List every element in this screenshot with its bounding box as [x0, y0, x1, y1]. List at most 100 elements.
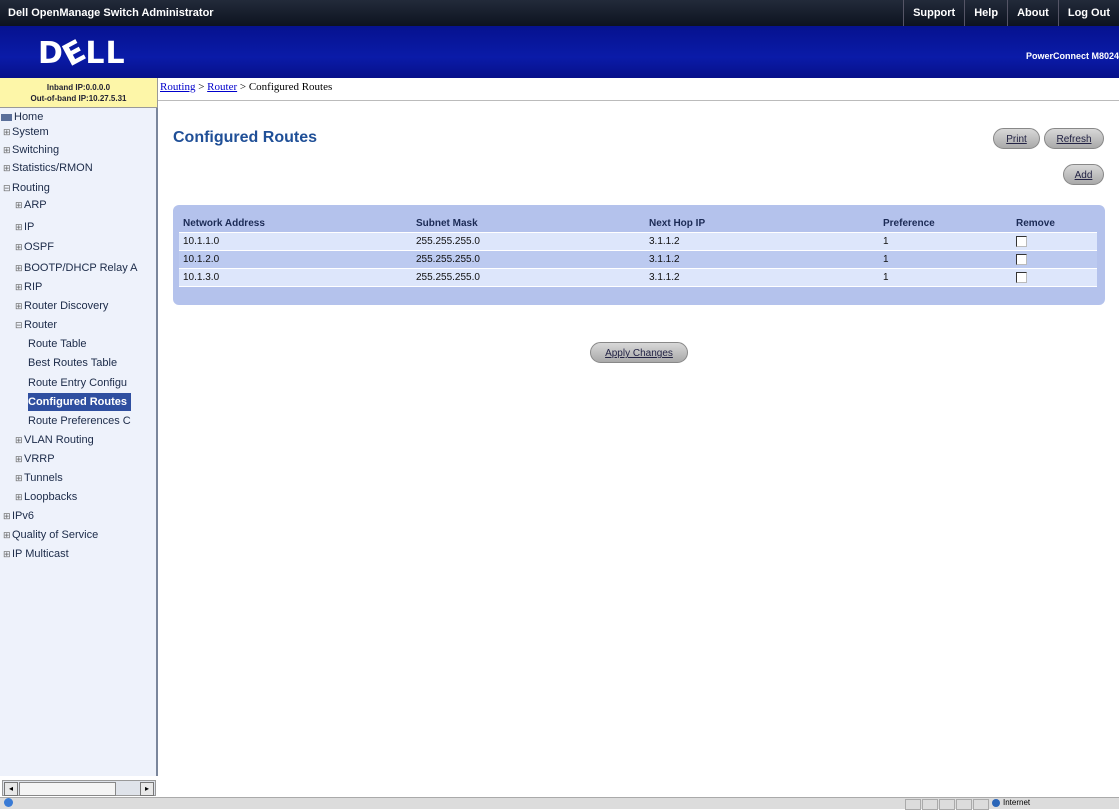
- nav-item-routing[interactable]: ⊟Routing: [3, 179, 50, 197]
- nav-item-ip[interactable]: ⊞IP: [15, 218, 34, 236]
- apply-changes-button[interactable]: Apply Changes: [590, 342, 688, 363]
- scroll-right-arrow-icon[interactable]: ▸: [140, 782, 154, 796]
- remove-cell: [1012, 268, 1097, 287]
- expand-icon[interactable]: ⊞: [15, 196, 24, 214]
- nav-item-vrrp[interactable]: ⊞VRRP: [15, 450, 55, 468]
- status-panel: [905, 799, 921, 810]
- refresh-button[interactable]: Refresh: [1044, 128, 1104, 149]
- remove-cell: [1012, 232, 1097, 251]
- expand-icon[interactable]: ⊞: [15, 431, 24, 449]
- expand-icon[interactable]: ⊞: [3, 545, 12, 563]
- about-link[interactable]: About: [1007, 0, 1058, 26]
- subnet-mask-cell: 255.255.255.0: [412, 250, 645, 269]
- expand-icon[interactable]: ⊞: [3, 141, 12, 159]
- nav-item-route-preferences[interactable]: Route Preferences C: [28, 412, 131, 430]
- breadcrumb-current: Configured Routes: [248, 81, 333, 93]
- table-row: 10.1.1.0 255.255.255.0 3.1.1.2 1: [179, 232, 1097, 251]
- nav-item-quality-of-service[interactable]: ⊞Quality of Service: [3, 526, 98, 544]
- scroll-left-arrow-icon[interactable]: ◂: [4, 782, 18, 796]
- col-header-remove: Remove: [1012, 214, 1097, 233]
- status-panel: [922, 799, 938, 810]
- network-address-cell: 10.1.1.0: [179, 232, 412, 251]
- breadcrumb-separator: >: [195, 81, 208, 93]
- nav-item-arp[interactable]: ⊞ARP: [15, 196, 47, 214]
- nav-item-rip[interactable]: ⊞RIP: [15, 278, 42, 296]
- expand-icon[interactable]: ⊞: [3, 507, 12, 525]
- sidebar: Home ⊞System ⊞Switching ⊞Statistics/RMON…: [0, 108, 158, 776]
- breadcrumb-router-link[interactable]: Router: [207, 81, 237, 93]
- sidebar-horizontal-scrollbar[interactable]: ◂ ▸: [2, 780, 156, 796]
- nav-item-bootp-dhcp-relay[interactable]: ⊞BOOTP/DHCP Relay A: [15, 259, 138, 277]
- collapse-icon[interactable]: ⊟: [15, 316, 24, 334]
- expand-icon[interactable]: ⊞: [15, 297, 24, 315]
- nav-item-ip-multicast[interactable]: ⊞IP Multicast: [3, 545, 69, 563]
- scrollbar-thumb[interactable]: [19, 782, 116, 796]
- nav-item-system[interactable]: ⊞System: [3, 123, 49, 141]
- title-bar: Dell OpenManage Switch Administrator Sup…: [0, 0, 1119, 26]
- status-panel: [956, 799, 972, 810]
- breadcrumb-separator: >: [237, 81, 249, 93]
- top-menu: Support Help About Log Out: [903, 0, 1119, 26]
- nav-item-configured-routes[interactable]: Configured Routes: [28, 393, 131, 411]
- col-header-preference: Preference: [879, 214, 1012, 233]
- nav-item-switching[interactable]: ⊞Switching: [3, 141, 59, 159]
- expand-icon[interactable]: ⊞: [15, 259, 24, 277]
- expand-icon[interactable]: ⊞: [15, 238, 24, 256]
- nav-item-statistics-rmon[interactable]: ⊞Statistics/RMON: [3, 159, 93, 177]
- preference-cell: 1: [879, 250, 1012, 269]
- configured-routes-table: Network Address Subnet Mask Next Hop IP …: [179, 214, 1097, 287]
- remove-checkbox[interactable]: [1016, 271, 1027, 283]
- app-title: Dell OpenManage Switch Administrator: [8, 7, 214, 19]
- table-row: 10.1.3.0 255.255.255.0 3.1.1.2 1: [179, 268, 1097, 287]
- support-link[interactable]: Support: [903, 0, 964, 26]
- nav-item-ospf[interactable]: ⊞OSPF: [15, 238, 54, 256]
- expand-icon[interactable]: ⊞: [15, 469, 24, 487]
- preference-cell: 1: [879, 232, 1012, 251]
- add-button[interactable]: Add: [1063, 164, 1104, 185]
- model-name: PowerConnect M8024: [1025, 51, 1119, 61]
- remove-checkbox[interactable]: [1016, 253, 1027, 265]
- breadcrumb-routing-link[interactable]: Routing: [160, 81, 195, 93]
- remove-checkbox[interactable]: [1016, 235, 1027, 247]
- next-hop-cell: 3.1.1.2: [645, 268, 879, 287]
- nav-item-loopbacks[interactable]: ⊞Loopbacks: [15, 488, 77, 506]
- nav-item-router-discovery[interactable]: ⊞Router Discovery: [15, 297, 108, 315]
- routes-table-panel: Network Address Subnet Mask Next Hop IP …: [173, 205, 1105, 305]
- subnet-mask-cell: 255.255.255.0: [412, 232, 645, 251]
- expand-icon[interactable]: ⊞: [15, 488, 24, 506]
- expand-icon[interactable]: ⊞: [3, 159, 12, 177]
- breadcrumb: Routing > Router > Configured Routes: [160, 81, 332, 93]
- nav-item-best-routes-table[interactable]: Best Routes Table: [28, 354, 117, 372]
- logout-link[interactable]: Log Out: [1057, 0, 1119, 26]
- nav-item-ipv6[interactable]: ⊞IPv6: [3, 507, 34, 525]
- network-address-cell: 10.1.3.0: [179, 268, 412, 287]
- expand-icon[interactable]: ⊞: [15, 278, 24, 296]
- remove-cell: [1012, 250, 1097, 269]
- print-button[interactable]: Print: [993, 128, 1040, 149]
- collapse-icon[interactable]: ⊟: [3, 179, 12, 197]
- home-icon: [1, 113, 12, 121]
- expand-icon[interactable]: ⊞: [3, 123, 12, 141]
- nav-item-route-table[interactable]: Route Table: [28, 335, 87, 353]
- subnet-mask-cell: 255.255.255.0: [412, 268, 645, 287]
- status-panel: [973, 799, 989, 810]
- security-zone: Internet: [992, 798, 1030, 807]
- inband-ip: Inband IP:0.0.0.0: [46, 83, 111, 92]
- expand-icon[interactable]: ⊞: [3, 526, 12, 544]
- help-link[interactable]: Help: [964, 0, 1007, 26]
- expand-icon[interactable]: ⊞: [15, 218, 24, 236]
- browser-status-bar: Internet: [0, 797, 1119, 810]
- table-row: 10.1.2.0 255.255.255.0 3.1.1.2 1: [179, 250, 1097, 269]
- nav-item-tunnels[interactable]: ⊞Tunnels: [15, 469, 63, 487]
- nav-item-router[interactable]: ⊟Router: [15, 316, 57, 334]
- page-title: Configured Routes: [173, 129, 317, 146]
- ip-info-box: Inband IP:0.0.0.0 Out-of-band IP:10.27.5…: [0, 78, 158, 108]
- next-hop-cell: 3.1.1.2: [645, 250, 879, 269]
- nav-item-vlan-routing[interactable]: ⊞VLAN Routing: [15, 431, 94, 449]
- breadcrumb-divider: [158, 100, 1119, 101]
- expand-icon[interactable]: ⊞: [15, 450, 24, 468]
- network-address-cell: 10.1.2.0: [179, 250, 412, 269]
- nav-item-route-entry-config[interactable]: Route Entry Configu: [28, 374, 127, 392]
- next-hop-cell: 3.1.1.2: [645, 232, 879, 251]
- dell-logo: DELL: [38, 33, 126, 74]
